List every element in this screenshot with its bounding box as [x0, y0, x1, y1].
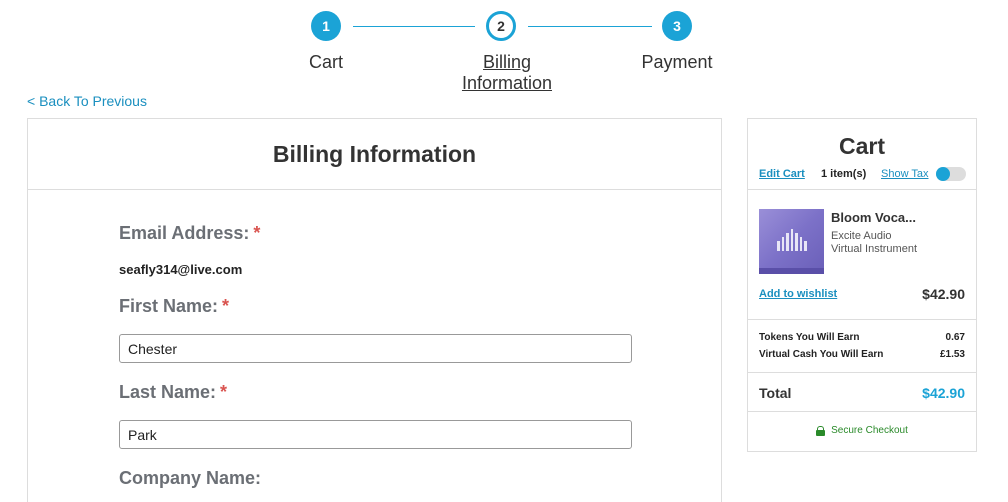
last-name-label: Last Name: *: [119, 382, 228, 402]
product-thumbnail[interactable]: [759, 209, 824, 274]
product-type: Virtual Instrument: [831, 243, 918, 255]
secure-checkout-label: Secure Checkout: [831, 425, 908, 436]
step-3-label[interactable]: Payment: [627, 52, 727, 73]
edit-cart-link[interactable]: Edit Cart: [759, 168, 805, 180]
step-connector: [353, 26, 475, 27]
total-label: Total: [759, 385, 792, 401]
secure-checkout: Secure Checkout: [748, 425, 976, 436]
step-1-label[interactable]: Cart: [286, 52, 366, 73]
virtual-cash-label: Virtual Cash You Will Earn: [759, 349, 884, 360]
email-value: seafly314@live.com: [119, 262, 243, 277]
step-2-circle: 2: [486, 11, 516, 41]
required-marker: *: [253, 223, 261, 243]
step-2-label-line1: Billing: [482, 52, 532, 72]
company-name-label: Company Name:: [119, 468, 262, 488]
step-3-circle[interactable]: 3: [662, 11, 692, 41]
product-art-strip: [759, 268, 824, 274]
divider: [748, 372, 976, 373]
required-marker: *: [220, 382, 228, 402]
item-count: 1 item(s): [821, 168, 867, 180]
divider: [748, 411, 976, 412]
product-art: [777, 229, 808, 251]
billing-title: Billing Information: [272, 140, 477, 167]
tokens-label: Tokens You Will Earn: [759, 332, 860, 343]
product-brand: Excite Audio: [831, 230, 892, 242]
total-value: $42.90: [922, 385, 965, 401]
show-tax-toggle[interactable]: [936, 167, 966, 181]
virtual-cash-value: £1.53: [939, 349, 965, 360]
billing-panel: Billing Information Email Address: * seaf…: [27, 118, 722, 502]
product-name[interactable]: Bloom Voca...: [831, 210, 971, 225]
divider: [748, 189, 976, 190]
tokens-value: 0.67: [945, 332, 965, 343]
billing-header: Billing Information: [28, 119, 721, 190]
step-connector: [528, 26, 652, 27]
step-2-label: Billing Information: [447, 52, 567, 94]
show-tax-link[interactable]: Show Tax: [881, 168, 929, 180]
toggle-knob: [936, 167, 950, 181]
email-label: Email Address: *: [119, 223, 261, 243]
required-marker: *: [222, 296, 230, 316]
first-name-input[interactable]: [119, 334, 632, 363]
step-2-label-line2: Information: [461, 73, 553, 93]
cart-title: Cart: [838, 133, 885, 159]
divider: [748, 319, 976, 320]
lock-icon: [816, 425, 826, 436]
product-price: $42.90: [922, 286, 965, 302]
first-name-label: First Name: *: [119, 296, 230, 316]
last-name-input[interactable]: [119, 420, 632, 449]
step-1-circle[interactable]: 1: [311, 11, 341, 41]
add-to-wishlist-link[interactable]: Add to wishlist: [759, 288, 837, 300]
back-to-previous-link[interactable]: < Back To Previous: [27, 93, 147, 109]
cart-panel: Cart Edit Cart 1 item(s) Show Tax Bloom …: [747, 118, 977, 452]
